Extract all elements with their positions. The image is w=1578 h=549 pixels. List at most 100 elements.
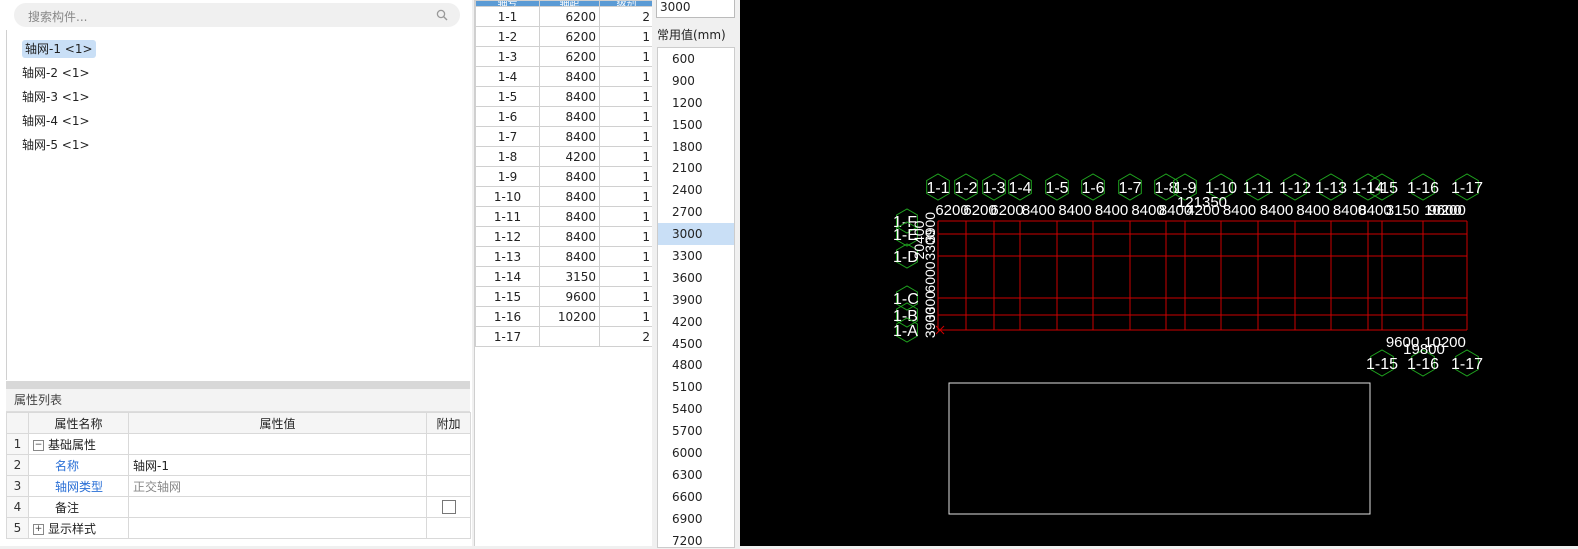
common-value-item[interactable]: 3300 xyxy=(658,245,734,267)
common-value-item[interactable]: 4500 xyxy=(658,333,734,355)
axis-spacing-cell[interactable]: 9600 xyxy=(539,286,600,307)
axis-level-cell[interactable]: 1 xyxy=(599,286,654,307)
common-value-item[interactable]: 6000 xyxy=(658,442,734,464)
axis-table-row[interactable]: 1-7 8400 1 xyxy=(475,126,654,147)
axis-table-row[interactable]: 1-1 6200 2 xyxy=(475,6,654,27)
common-value-item[interactable]: 7200 xyxy=(658,530,734,547)
axis-level-cell[interactable]: 1 xyxy=(599,166,654,187)
common-value-item[interactable]: 2100 xyxy=(658,157,734,179)
axis-table-row[interactable]: 1-14 3150 1 xyxy=(475,266,654,287)
axis-spacing-cell[interactable]: 8400 xyxy=(539,246,600,267)
axis-level-cell[interactable]: 1 xyxy=(599,106,654,127)
axis-spacing-cell[interactable]: 8400 xyxy=(539,186,600,207)
axis-grid-drawing[interactable]: 1-1 1-2 1-3 1-4 1-5 1-6 1-7 1-81-9 1-10 1-11 1-12 1… xyxy=(740,0,1578,546)
axis-number-cell[interactable]: 1-9 xyxy=(475,166,540,187)
axis-number-cell[interactable]: 1-13 xyxy=(475,246,540,267)
axis-number-cell[interactable]: 1-8 xyxy=(475,146,540,167)
axis-table-row[interactable]: 1-10 8400 1 xyxy=(475,186,654,207)
expand-icon[interactable]: + xyxy=(33,523,44,535)
axis-level-cell[interactable]: 1 xyxy=(599,226,654,247)
axis-level-cell[interactable]: 1 xyxy=(599,266,654,287)
axis-number-cell[interactable]: 1-11 xyxy=(475,206,540,227)
axis-number-cell[interactable]: 1-10 xyxy=(475,186,540,207)
common-value-item[interactable]: 5100 xyxy=(658,376,734,398)
common-value-item[interactable]: 5400 xyxy=(658,398,734,420)
common-value-item[interactable]: 3600 xyxy=(658,267,734,289)
axis-spacing-cell[interactable]: 10200 xyxy=(539,306,600,327)
property-row[interactable]: 1 − 基础属性 xyxy=(6,433,471,455)
axis-spacing-cell[interactable]: 3150 xyxy=(539,266,600,287)
tree-item-axis-2[interactable]: 轴网-2 <1> xyxy=(18,62,100,86)
axis-table-row[interactable]: 1-6 8400 1 xyxy=(475,106,654,127)
property-row[interactable]: 4 备注 xyxy=(6,496,471,518)
property-row[interactable]: 2 名称 轴网-1 xyxy=(6,454,471,476)
axis-spacing-cell[interactable]: 8400 xyxy=(539,86,600,107)
common-values-list[interactable]: 600 900 1200 1500 1800 2100 2400 2700 3000 3300 36… xyxy=(657,47,735,548)
axis-table-row[interactable]: 1-4 8400 1 xyxy=(475,66,654,87)
common-value-item[interactable]: 3000 xyxy=(658,223,734,246)
axis-level-cell[interactable]: 1 xyxy=(599,246,654,267)
extra-checkbox[interactable] xyxy=(441,500,456,515)
common-value-item[interactable]: 1200 xyxy=(658,92,734,114)
axis-level-cell[interactable]: 1 xyxy=(599,186,654,207)
common-value-item[interactable]: 2700 xyxy=(658,201,734,223)
axis-table-row[interactable]: 1-12 8400 1 xyxy=(475,226,654,247)
property-row[interactable]: 5 + 显示样式 xyxy=(6,517,471,539)
common-value-item[interactable]: 1500 xyxy=(658,114,734,136)
tree-item-axis-4[interactable]: 轴网-4 <1> xyxy=(18,110,100,134)
common-value-item[interactable]: 4800 xyxy=(658,354,734,376)
axis-table-row[interactable]: 1-13 8400 1 xyxy=(475,246,654,267)
axis-level-cell[interactable]: 1 xyxy=(599,306,654,327)
axis-level-cell[interactable]: 1 xyxy=(599,46,654,67)
tree-item-axis-1[interactable]: 轴网-1 <1> xyxy=(18,38,100,62)
common-value-item[interactable]: 4200 xyxy=(658,311,734,333)
axis-spacing-cell[interactable]: 6200 xyxy=(539,46,600,67)
axis-spacing-cell[interactable]: 8400 xyxy=(539,126,600,147)
axis-spacing-cell[interactable]: 6200 xyxy=(539,26,600,47)
common-value-item[interactable]: 1800 xyxy=(658,136,734,158)
axis-spacing-cell[interactable]: 8400 xyxy=(539,166,600,187)
axis-spacing-cell[interactable]: 8400 xyxy=(539,66,600,87)
axis-table-row[interactable]: 1-17 2 xyxy=(475,326,654,347)
axis-level-cell[interactable]: 1 xyxy=(599,66,654,87)
axis-table-row[interactable]: 1-11 8400 1 xyxy=(475,206,654,227)
axis-table-row[interactable]: 1-15 9600 1 xyxy=(475,286,654,307)
axis-level-cell[interactable]: 1 xyxy=(599,86,654,107)
axis-spacing-cell[interactable]: 8400 xyxy=(539,226,600,247)
axis-spacing-cell[interactable]: 8400 xyxy=(539,206,600,227)
axis-number-cell[interactable]: 1-15 xyxy=(475,286,540,307)
axis-table-row[interactable]: 1-16 10200 1 xyxy=(475,306,654,327)
axis-spacing-cell[interactable] xyxy=(539,326,600,347)
axis-level-cell[interactable]: 2 xyxy=(599,326,654,347)
axis-number-cell[interactable]: 1-2 xyxy=(475,26,540,47)
axis-level-cell[interactable]: 2 xyxy=(599,6,654,27)
axis-number-cell[interactable]: 1-4 xyxy=(475,66,540,87)
common-value-item[interactable]: 2400 xyxy=(658,179,734,201)
common-value-item[interactable]: 600 xyxy=(658,48,734,70)
axis-level-cell[interactable]: 1 xyxy=(599,206,654,227)
axis-number-cell[interactable]: 1-12 xyxy=(475,226,540,247)
axis-number-cell[interactable]: 1-7 xyxy=(475,126,540,147)
panel-splitter[interactable] xyxy=(6,381,470,389)
common-value-item[interactable]: 5700 xyxy=(658,420,734,442)
property-value[interactable] xyxy=(128,496,427,518)
tree-item-axis-3[interactable]: 轴网-3 <1> xyxy=(18,86,100,110)
axis-number-cell[interactable]: 1-16 xyxy=(475,306,540,327)
property-value[interactable]: 轴网-1 xyxy=(128,454,427,476)
axis-table-row[interactable]: 1-8 4200 1 xyxy=(475,146,654,167)
property-row[interactable]: 3 轴网类型 正交轴网 xyxy=(6,475,471,497)
axis-table-row[interactable]: 1-3 6200 1 xyxy=(475,46,654,67)
collapse-icon[interactable]: − xyxy=(33,439,44,451)
tree-item-axis-5[interactable]: 轴网-5 <1> xyxy=(18,134,100,158)
spacing-value-input[interactable]: 3000 xyxy=(656,0,735,18)
axis-number-cell[interactable]: 1-3 xyxy=(475,46,540,67)
axis-spacing-cell[interactable]: 4200 xyxy=(539,146,600,167)
axis-number-cell[interactable]: 1-14 xyxy=(475,266,540,287)
drawing-canvas[interactable]: 1-1 1-2 1-3 1-4 1-5 1-6 1-7 1-8 1-9 1-10 1-11 1-12 1… xyxy=(740,0,1578,546)
common-value-item[interactable]: 6900 xyxy=(658,508,734,530)
axis-level-cell[interactable]: 1 xyxy=(599,146,654,167)
axis-number-cell[interactable]: 1-5 xyxy=(475,86,540,107)
common-value-item[interactable]: 6300 xyxy=(658,464,734,486)
axis-spacing-cell[interactable]: 8400 xyxy=(539,106,600,127)
axis-number-cell[interactable]: 1-17 xyxy=(475,326,540,347)
